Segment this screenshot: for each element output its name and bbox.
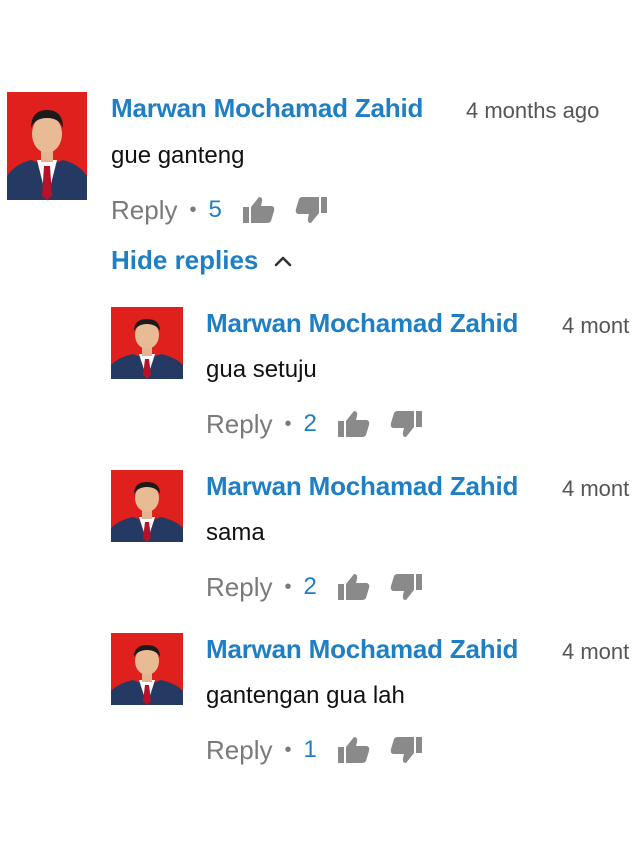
hide-replies-label: Hide replies <box>111 245 259 275</box>
reply-button[interactable]: Reply <box>206 572 272 603</box>
reply-button[interactable]: Reply <box>206 735 272 766</box>
reply-author[interactable]: Marwan Mochamad Zahid <box>206 471 518 502</box>
reply-text: gua setuju <box>206 356 317 383</box>
thumbs-down-icon[interactable] <box>389 409 423 439</box>
like-count: 5 <box>208 196 222 223</box>
like-count: 2 <box>303 410 317 437</box>
hide-replies-button[interactable]: Hide replies <box>111 245 294 276</box>
thumbs-up-icon[interactable] <box>337 572 371 602</box>
reply-actions: Reply • 2 <box>206 570 441 604</box>
thumbs-down-icon[interactable] <box>389 735 423 765</box>
separator-dot: • <box>189 198 197 221</box>
avatar[interactable] <box>111 307 183 379</box>
reply-actions: Reply • 1 <box>206 733 441 767</box>
reply-actions: Reply • 2 <box>206 407 441 441</box>
reply-text: gantengan gua lah <box>206 682 405 709</box>
reply-timestamp[interactable]: 4 mont <box>562 639 629 665</box>
comment-author[interactable]: Marwan Mochamad Zahid <box>111 93 423 124</box>
like-count: 2 <box>303 573 317 600</box>
avatar-photo-icon <box>111 633 183 705</box>
thumbs-up-icon[interactable] <box>242 195 276 225</box>
avatar[interactable] <box>7 92 87 200</box>
avatar-photo-icon <box>111 307 183 379</box>
thumbs-up-icon[interactable] <box>337 409 371 439</box>
reply-timestamp[interactable]: 4 mont <box>562 313 629 339</box>
chevron-up-icon <box>272 250 294 272</box>
reply-button[interactable]: Reply <box>206 409 272 440</box>
avatar-photo-icon <box>7 92 87 200</box>
reply-author[interactable]: Marwan Mochamad Zahid <box>206 634 518 665</box>
avatar-photo-icon <box>111 470 183 542</box>
thumbs-down-icon[interactable] <box>389 572 423 602</box>
thumbs-up-icon[interactable] <box>337 735 371 765</box>
separator-dot: • <box>284 738 292 761</box>
separator-dot: • <box>284 412 292 435</box>
avatar[interactable] <box>111 470 183 542</box>
comment-timestamp[interactable]: 4 months ago <box>466 98 599 124</box>
avatar[interactable] <box>111 633 183 705</box>
reply-text: sama <box>206 519 265 546</box>
thumbs-down-icon[interactable] <box>294 195 328 225</box>
comment-actions: Reply • 5 <box>111 193 346 227</box>
comment-text: gue ganteng <box>111 142 245 169</box>
reply-timestamp[interactable]: 4 mont <box>562 476 629 502</box>
reply-author[interactable]: Marwan Mochamad Zahid <box>206 308 518 339</box>
like-count: 1 <box>303 736 317 763</box>
separator-dot: • <box>284 575 292 598</box>
reply-button[interactable]: Reply <box>111 195 177 226</box>
